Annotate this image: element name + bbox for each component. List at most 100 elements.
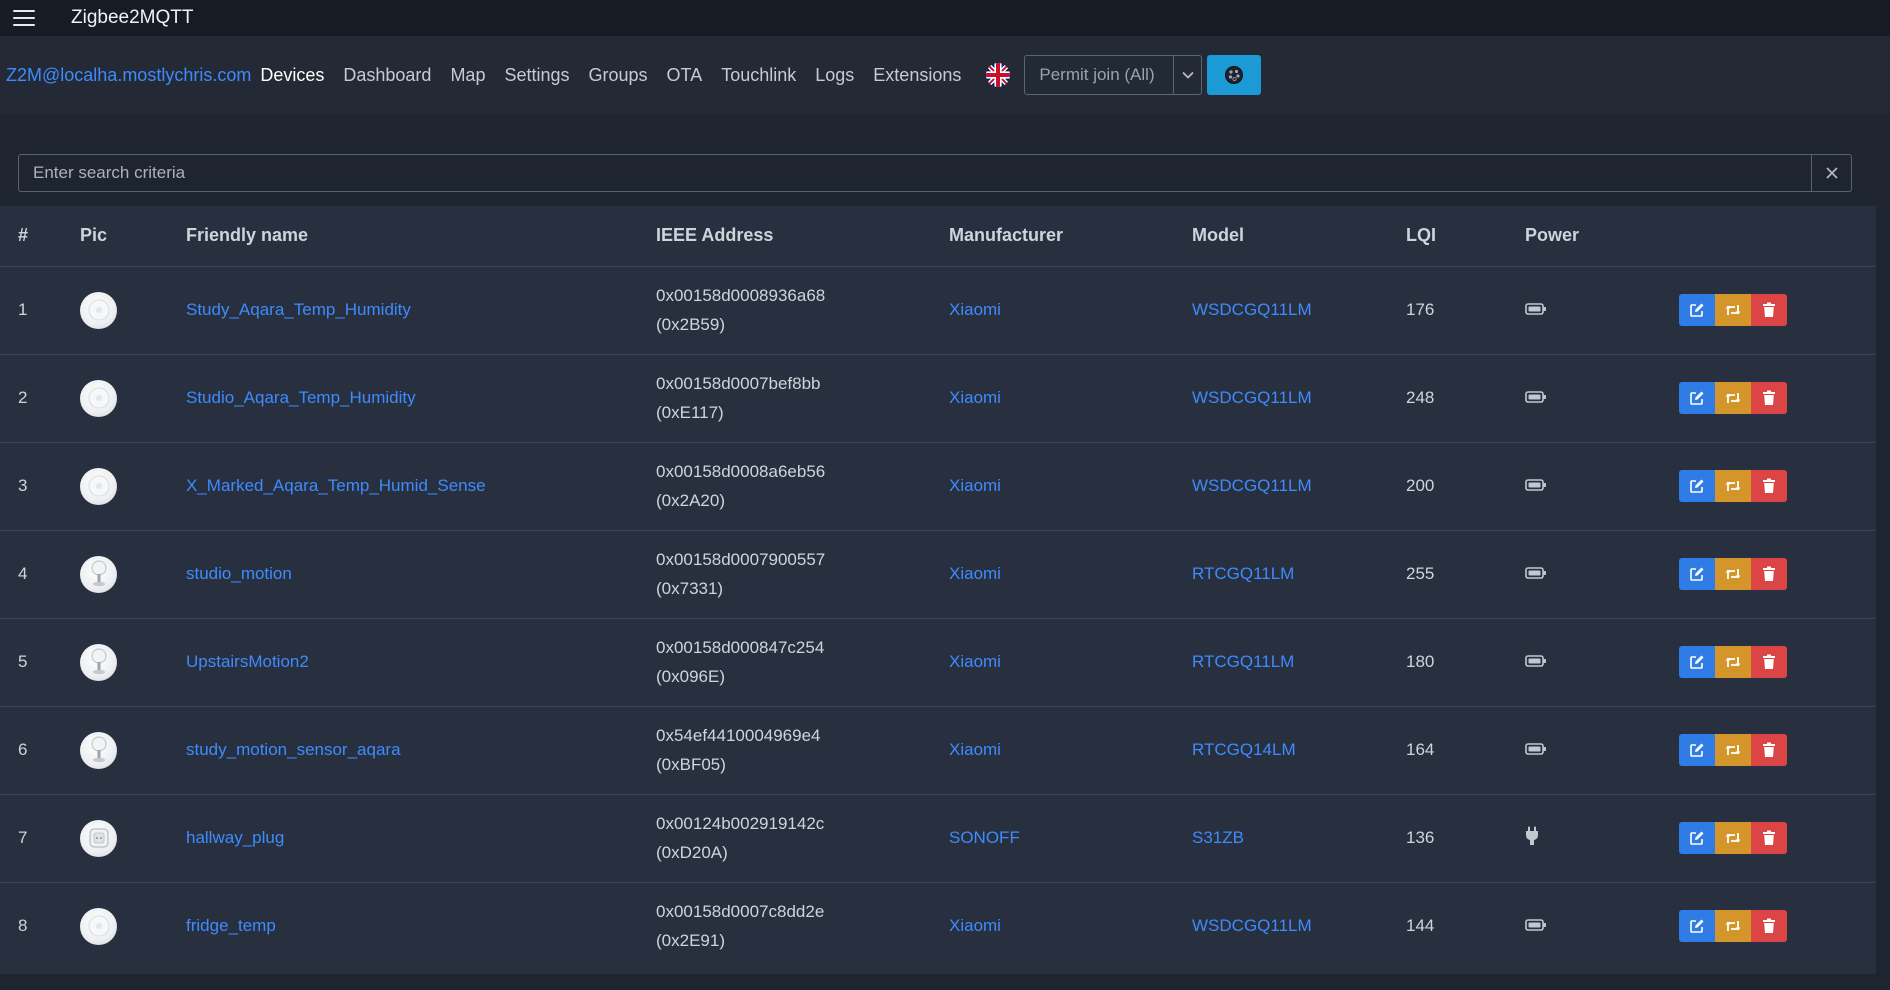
nav-logs[interactable]: Logs: [815, 65, 854, 86]
rename-device-button[interactable]: [1715, 470, 1751, 502]
device-friendly-name-link[interactable]: fridge_temp: [186, 916, 276, 935]
device-model-link[interactable]: WSDCGQ11LM: [1192, 916, 1312, 935]
permit-join-dropdown[interactable]: [1174, 55, 1203, 95]
device-model-link[interactable]: RTCGQ11LM: [1192, 564, 1294, 583]
nav-settings[interactable]: Settings: [504, 65, 569, 86]
device-manufacturer-link[interactable]: Xiaomi: [949, 740, 1001, 759]
row-actions: [1679, 558, 1876, 590]
table-row: 4 studio_motion 0x00158d0007900557 (0x73…: [0, 530, 1876, 619]
network-address-value: (0xE117): [656, 403, 724, 422]
device-manufacturer-link[interactable]: Xiaomi: [949, 916, 1001, 935]
header-ieee-address[interactable]: IEEE Address: [656, 206, 949, 267]
nav-touchlink[interactable]: Touchlink: [721, 65, 796, 86]
edit-device-button[interactable]: [1679, 470, 1715, 502]
device-friendly-name-link[interactable]: studio_motion: [186, 564, 292, 583]
edit-device-button[interactable]: [1679, 294, 1715, 326]
table-row: 3 X_Marked_Aqara_Temp_Humid_Sense 0x0015…: [0, 442, 1876, 531]
device-friendly-name-link[interactable]: study_motion_sensor_aqara: [186, 740, 401, 759]
device-power-cell: [1525, 266, 1679, 355]
motion-sensor-icon: [91, 560, 106, 587]
rename-device-button[interactable]: [1715, 646, 1751, 678]
uk-flag-icon[interactable]: [986, 63, 1011, 87]
rename-device-button[interactable]: [1715, 558, 1751, 590]
retweet-icon: [1725, 305, 1741, 315]
rename-device-button[interactable]: [1715, 734, 1751, 766]
edit-device-button[interactable]: [1679, 910, 1715, 943]
device-friendly-name-link[interactable]: UpstairsMotion2: [186, 652, 309, 671]
remove-device-button[interactable]: [1751, 822, 1787, 854]
device-lqi: 164: [1406, 706, 1525, 795]
device-model-link[interactable]: WSDCGQ11LM: [1192, 300, 1312, 319]
rename-device-button[interactable]: [1715, 382, 1751, 414]
remove-device-button[interactable]: [1751, 910, 1787, 943]
network-address-value: (0x7331): [656, 579, 724, 598]
device-model-link[interactable]: RTCGQ14LM: [1192, 740, 1296, 759]
nav-devices[interactable]: Devices: [260, 65, 324, 86]
nav-ota[interactable]: OTA: [667, 65, 703, 86]
device-manufacturer-link[interactable]: Xiaomi: [949, 388, 1001, 407]
device-friendly-name-link[interactable]: hallway_plug: [186, 828, 284, 847]
permit-join-button[interactable]: Permit join (All): [1024, 55, 1175, 95]
device-model-link[interactable]: WSDCGQ11LM: [1192, 388, 1312, 407]
header-power[interactable]: Power: [1525, 206, 1679, 267]
retweet-icon: [1725, 569, 1741, 579]
device-lqi: 136: [1406, 794, 1525, 883]
device-model-link[interactable]: RTCGQ11LM: [1192, 652, 1294, 671]
device-friendly-name-link[interactable]: X_Marked_Aqara_Temp_Humid_Sense: [186, 476, 486, 495]
remove-device-button[interactable]: [1751, 734, 1787, 766]
remove-device-button[interactable]: [1751, 294, 1787, 326]
ieee-address-value: 0x54ef4410004969e4: [656, 726, 821, 745]
clear-search-button[interactable]: [1812, 154, 1852, 192]
device-friendly-name-link[interactable]: Study_Aqara_Temp_Humidity: [186, 300, 411, 319]
remove-device-button[interactable]: [1751, 646, 1787, 678]
trash-icon: [1763, 302, 1775, 317]
device-manufacturer-link[interactable]: Xiaomi: [949, 564, 1001, 583]
edit-device-button[interactable]: [1679, 382, 1715, 414]
app-title: Zigbee2MQTT: [71, 7, 194, 28]
trash-icon: [1763, 918, 1775, 934]
remove-device-button[interactable]: [1751, 558, 1787, 590]
edit-device-button[interactable]: [1679, 822, 1715, 854]
nav-brand-link[interactable]: Z2M@localha.mostlychris.com: [6, 65, 251, 86]
device-lqi: 176: [1406, 266, 1525, 355]
trash-icon: [1763, 478, 1775, 493]
row-actions: [1679, 382, 1876, 414]
device-manufacturer-link[interactable]: Xiaomi: [949, 300, 1001, 319]
rename-device-button[interactable]: [1715, 910, 1751, 943]
header-friendly-name[interactable]: Friendly name: [186, 206, 656, 267]
theme-toggle-button[interactable]: [1207, 55, 1262, 95]
edit-device-button[interactable]: [1679, 646, 1715, 678]
edit-device-button[interactable]: [1679, 558, 1715, 590]
header-index[interactable]: #: [0, 206, 80, 267]
device-ieee-address: 0x00158d0007bef8bb (0xE117): [656, 354, 949, 443]
remove-device-button[interactable]: [1751, 382, 1787, 414]
device-manufacturer-link[interactable]: SONOFF: [949, 828, 1020, 847]
device-lqi: 200: [1406, 442, 1525, 531]
nav-map[interactable]: Map: [450, 65, 485, 86]
rename-device-button[interactable]: [1715, 294, 1751, 326]
hamburger-menu-icon[interactable]: [13, 10, 35, 26]
devices-table-body: 1 Study_Aqara_Temp_Humidity 0x00158d0008…: [0, 266, 1876, 970]
nav-extensions[interactable]: Extensions: [873, 65, 961, 86]
header-lqi[interactable]: LQI: [1406, 206, 1525, 267]
header-model[interactable]: Model: [1192, 206, 1406, 267]
search-input[interactable]: [18, 154, 1812, 192]
row-index: 4: [0, 530, 80, 619]
device-model-link[interactable]: S31ZB: [1192, 828, 1244, 847]
device-model-link[interactable]: WSDCGQ11LM: [1192, 476, 1312, 495]
device-ieee-address: 0x54ef4410004969e4 (0xBF05): [656, 706, 949, 795]
nav-dashboard[interactable]: Dashboard: [343, 65, 431, 86]
network-address-value: (0x2A20): [656, 491, 725, 510]
retweet-icon: [1725, 393, 1741, 403]
rename-device-button[interactable]: [1715, 822, 1751, 854]
motion-sensor-icon: [91, 736, 106, 763]
device-manufacturer-link[interactable]: Xiaomi: [949, 476, 1001, 495]
remove-device-button[interactable]: [1751, 470, 1787, 502]
device-image: [80, 731, 117, 769]
edit-device-button[interactable]: [1679, 734, 1715, 766]
device-friendly-name-link[interactable]: Studio_Aqara_Temp_Humidity: [186, 388, 416, 407]
header-manufacturer[interactable]: Manufacturer: [949, 206, 1192, 267]
device-manufacturer-link[interactable]: Xiaomi: [949, 652, 1001, 671]
ieee-address-value: 0x00158d0008a6eb56: [656, 462, 826, 481]
nav-groups[interactable]: Groups: [589, 65, 648, 86]
